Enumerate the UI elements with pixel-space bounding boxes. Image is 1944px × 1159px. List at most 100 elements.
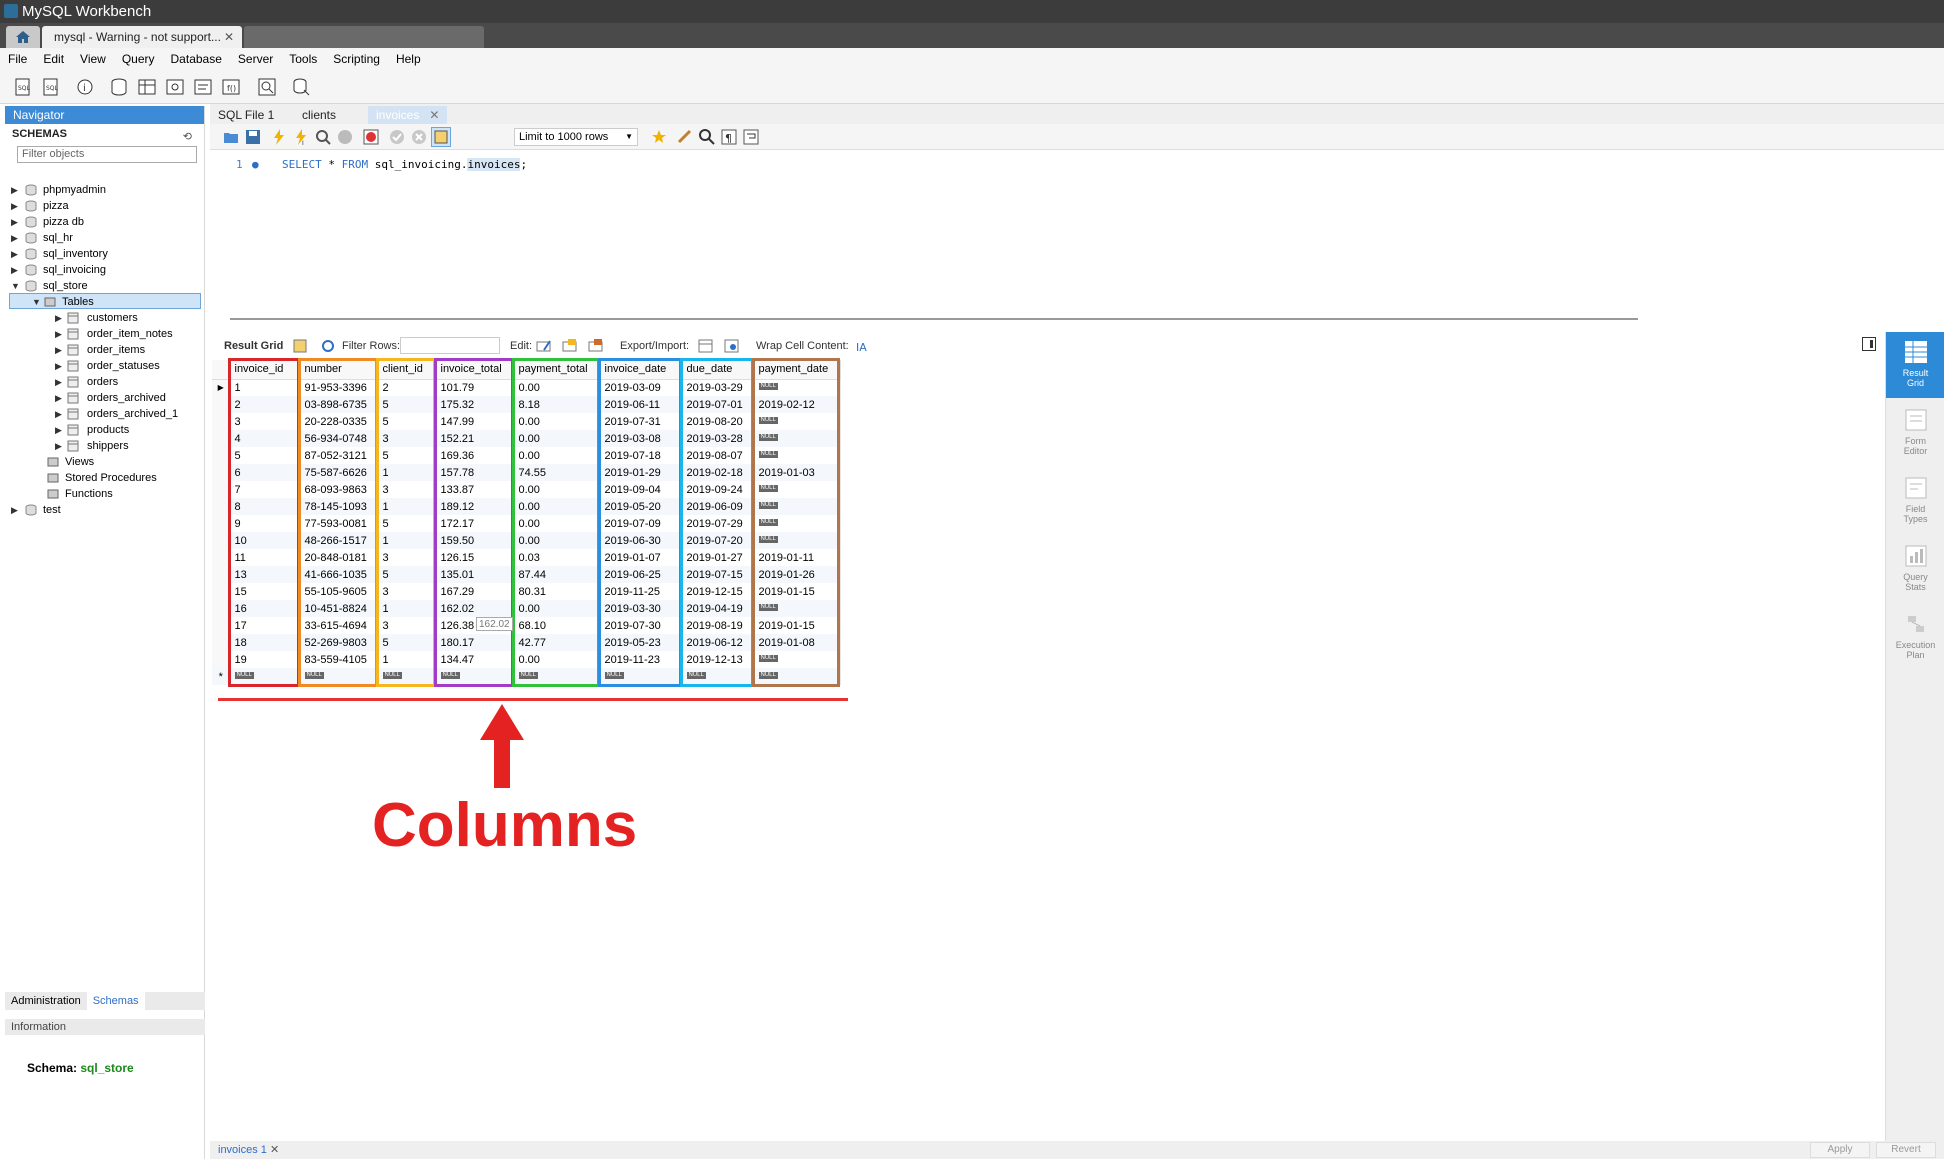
insert-row-icon[interactable] — [562, 338, 578, 354]
expand-arrow-icon[interactable]: ▶ — [55, 374, 65, 390]
search-table-data-button[interactable] — [256, 76, 278, 98]
expand-arrow-icon[interactable]: ▶ — [55, 438, 65, 454]
menu-file[interactable]: File — [0, 48, 35, 66]
menu-scripting[interactable]: Scripting — [325, 48, 388, 66]
explain-icon[interactable] — [314, 128, 332, 146]
stop-icon[interactable] — [336, 128, 354, 146]
sql-editor[interactable]: 1 ● SELECT * FROM sql_invoicing.invoices… — [210, 150, 1944, 315]
open-sql-script-button[interactable]: SQL — [40, 76, 62, 98]
table-customers[interactable]: ▶ customers — [11, 310, 201, 326]
form-editor-button[interactable]: Form Editor — [1886, 400, 1944, 466]
expand-arrow-icon[interactable]: ▶ — [11, 502, 21, 518]
tab-administration[interactable]: Administration — [5, 992, 87, 1010]
close-icon[interactable]: ✕ — [429, 108, 439, 122]
reconnect-button[interactable] — [290, 76, 312, 98]
stored-procedures-folder[interactable]: Stored Procedures — [11, 470, 201, 486]
connection-tab[interactable]: mysql - Warning - not support... ✕ — [42, 26, 242, 48]
tab-sql-file-1[interactable]: SQL File 1 — [210, 106, 282, 124]
table-orders[interactable]: ▶ orders — [11, 374, 201, 390]
execution-plan-button[interactable]: Execution Plan — [1886, 604, 1944, 670]
expand-arrow-icon[interactable]: ▶ — [11, 214, 21, 230]
schema-sql-inventory[interactable]: ▶ sql_inventory — [11, 246, 201, 262]
expand-arrow-icon[interactable]: ▶ — [55, 326, 65, 342]
autocommit-icon[interactable] — [431, 127, 451, 147]
invisible-chars-icon[interactable]: ¶ — [720, 128, 738, 146]
tab-invoices[interactable]: invoices ✕ — [368, 106, 448, 124]
expand-arrow-icon[interactable]: ▶ — [11, 262, 21, 278]
menu-server[interactable]: Server — [230, 48, 281, 66]
execute-icon[interactable] — [270, 128, 288, 146]
limit-rows-select[interactable]: Limit to 1000 rows ▼ — [514, 128, 638, 146]
menu-help[interactable]: Help — [388, 48, 429, 66]
table-orders-archived-1[interactable]: ▶ orders_archived_1 — [11, 406, 201, 422]
refresh-icon[interactable] — [320, 338, 336, 354]
grid-icon[interactable] — [292, 338, 308, 354]
inspector-button[interactable]: i — [74, 76, 96, 98]
table-order-statuses[interactable]: ▶ order_statuses — [11, 358, 201, 374]
table-shippers[interactable]: ▶ shippers — [11, 438, 201, 454]
views-folder[interactable]: Views — [11, 454, 201, 470]
apply-button[interactable]: Apply — [1810, 1142, 1870, 1158]
edit-row-icon[interactable] — [536, 338, 552, 354]
create-function-button[interactable]: f() — [220, 76, 242, 98]
menu-database[interactable]: Database — [163, 48, 230, 66]
menu-query[interactable]: Query — [114, 48, 163, 66]
toggle-side-panel-icon[interactable] — [1862, 337, 1876, 351]
rollback-icon[interactable] — [410, 128, 428, 146]
beautify-icon[interactable] — [676, 128, 694, 146]
export-icon[interactable] — [698, 338, 714, 354]
import-icon[interactable] — [724, 338, 740, 354]
create-schema-button[interactable] — [108, 76, 130, 98]
find-icon[interactable] — [698, 128, 716, 146]
schema-pizza-db[interactable]: ▶ pizza db — [11, 214, 201, 230]
filter-objects-input[interactable]: Filter objects — [17, 146, 197, 163]
tables-folder[interactable]: ▼ Tables — [9, 293, 201, 309]
expand-arrow-icon[interactable]: ▶ — [11, 198, 21, 214]
tab-schemas[interactable]: Schemas — [86, 992, 145, 1010]
execute-current-icon[interactable]: I — [292, 128, 310, 146]
query-stats-button[interactable]: Query Stats — [1886, 536, 1944, 602]
empty-tab[interactable] — [356, 26, 484, 48]
menu-edit[interactable]: Edit — [35, 48, 72, 66]
create-procedure-button[interactable] — [192, 76, 214, 98]
filter-rows-input[interactable] — [400, 337, 500, 354]
schema-sql-hr[interactable]: ▶ sql_hr — [11, 230, 201, 246]
schema-test[interactable]: ▶ test — [11, 502, 201, 518]
collapse-arrow-icon[interactable]: ▼ — [11, 278, 21, 294]
expand-arrow-icon[interactable]: ▶ — [55, 422, 65, 438]
schema-sql-invoicing[interactable]: ▶ sql_invoicing — [11, 262, 201, 278]
close-icon[interactable]: ✕ — [270, 1144, 279, 1156]
expand-arrow-icon[interactable]: ▶ — [55, 406, 65, 422]
schema-sql-store[interactable]: ▼ sql_store — [11, 278, 201, 294]
delete-row-icon[interactable] — [588, 338, 604, 354]
home-tab[interactable] — [6, 26, 40, 48]
save-icon[interactable] — [244, 128, 262, 146]
expand-arrow-icon[interactable]: ▶ — [55, 358, 65, 374]
revert-button[interactable]: Revert — [1876, 1142, 1936, 1158]
wrap-lines-icon[interactable] — [742, 128, 760, 146]
new-sql-tab-button[interactable]: SQL — [12, 76, 34, 98]
menu-view[interactable]: View — [72, 48, 114, 66]
wrap-cell-icon[interactable]: IA — [854, 338, 870, 354]
schema-phpmyadmin[interactable]: ▶ phpmyadmin — [11, 182, 201, 198]
commit-icon[interactable] — [388, 128, 406, 146]
expand-arrow-icon[interactable]: ▶ — [55, 342, 65, 358]
toggle-error-icon[interactable] — [362, 128, 380, 146]
result-tab-invoices-1[interactable]: invoices 1 ✕ — [218, 1143, 279, 1156]
empty-tab[interactable] — [244, 26, 364, 48]
field-types-button[interactable]: Field Types — [1886, 468, 1944, 534]
create-view-button[interactable] — [164, 76, 186, 98]
collapse-arrow-icon[interactable]: ▼ — [32, 294, 42, 310]
table-products[interactable]: ▶ products — [11, 422, 201, 438]
refresh-icon[interactable]: ⟲ — [183, 127, 192, 147]
table-order-item-notes[interactable]: ▶ order_item_notes — [11, 326, 201, 342]
folder-open-icon[interactable] — [222, 128, 240, 146]
create-table-button[interactable] — [136, 76, 158, 98]
expand-arrow-icon[interactable]: ▶ — [55, 390, 65, 406]
expand-arrow-icon[interactable]: ▶ — [11, 182, 21, 198]
menu-tools[interactable]: Tools — [281, 48, 325, 66]
expand-arrow-icon[interactable]: ▶ — [11, 230, 21, 246]
expand-arrow-icon[interactable]: ▶ — [55, 310, 65, 326]
table-order-items[interactable]: ▶ order_items — [11, 342, 201, 358]
expand-arrow-icon[interactable]: ▶ — [11, 246, 21, 262]
